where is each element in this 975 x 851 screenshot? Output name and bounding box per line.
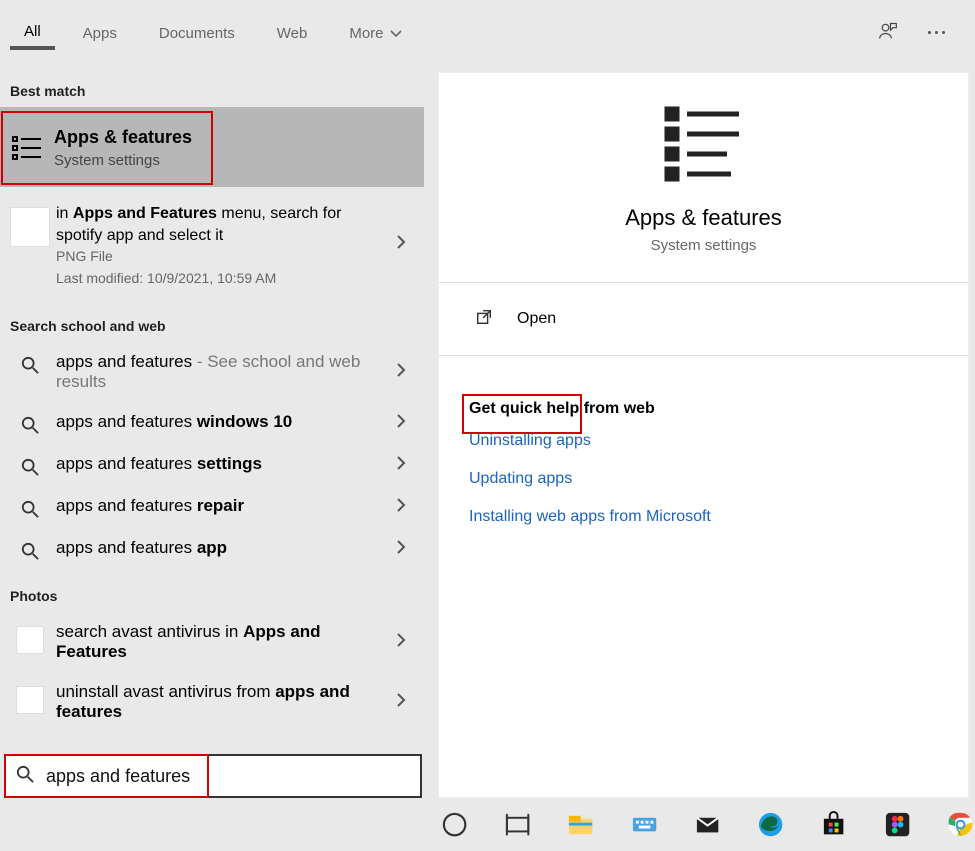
best-match-header: Best match xyxy=(0,65,424,107)
taskbar-store-icon[interactable] xyxy=(819,810,848,840)
results-pane: Best match Apps & features System settin… xyxy=(0,65,424,798)
tab-documents[interactable]: Documents xyxy=(145,17,249,48)
search-input[interactable] xyxy=(44,765,410,788)
help-link[interactable]: Installing web apps from Microsoft xyxy=(469,508,968,526)
taskbar-figma-icon[interactable] xyxy=(883,810,912,840)
chevron-right-icon xyxy=(396,362,406,382)
preview-pane: Apps & features System settings Open Get… xyxy=(438,72,969,798)
photo-result[interactable]: search avast antivirus in Apps and Featu… xyxy=(0,612,424,672)
photos-header: Photos xyxy=(0,570,424,612)
taskbar-edge-icon[interactable] xyxy=(756,810,785,840)
search-icon xyxy=(10,496,50,518)
taskbar xyxy=(0,798,975,851)
chevron-right-icon xyxy=(396,497,406,517)
tab-all[interactable]: All xyxy=(10,15,55,50)
chevron-right-icon xyxy=(396,539,406,559)
web-suggestion[interactable]: apps and features - See school and web r… xyxy=(0,342,424,402)
web-suggestion[interactable]: apps and features app xyxy=(0,528,424,570)
chevron-down-icon xyxy=(390,30,402,38)
web-suggestion[interactable]: apps and features repair xyxy=(0,486,424,528)
tab-more-label: More xyxy=(349,25,383,42)
result-filetype: PNG File xyxy=(56,248,374,264)
image-thumbnail-icon xyxy=(10,203,50,247)
divider xyxy=(439,355,968,356)
chevron-right-icon xyxy=(396,692,406,712)
preview-title: Apps & features xyxy=(625,205,782,231)
search-filter-tabs: All Apps Documents Web More xyxy=(0,0,975,65)
tab-more[interactable]: More xyxy=(335,17,415,48)
quick-help-header: Get quick help from web xyxy=(469,400,968,418)
search-icon xyxy=(10,412,50,434)
options-icon[interactable] xyxy=(928,31,945,34)
taskbar-task-view-icon[interactable] xyxy=(503,810,532,840)
web-suggestion[interactable]: apps and features windows 10 xyxy=(0,402,424,444)
open-external-icon xyxy=(475,308,493,330)
search-icon xyxy=(10,454,50,476)
chevron-right-icon xyxy=(396,455,406,475)
taskbar-chrome-icon[interactable] xyxy=(946,810,975,840)
result-title: Apps & features xyxy=(54,125,416,149)
preview-subtitle: System settings xyxy=(651,237,757,254)
result-modified: Last modified: 10/9/2021, 10:59 AM xyxy=(56,270,374,286)
image-thumbnail-icon xyxy=(10,622,50,654)
chevron-right-icon xyxy=(396,632,406,652)
result-title: in Apps and Features menu, search for sp… xyxy=(56,203,374,246)
help-link[interactable]: Updating apps xyxy=(469,470,968,488)
tab-apps[interactable]: Apps xyxy=(69,17,131,48)
image-thumbnail-icon xyxy=(10,682,50,714)
tab-web[interactable]: Web xyxy=(263,17,322,48)
web-suggestion[interactable]: apps and features settings xyxy=(0,444,424,486)
search-icon xyxy=(16,765,34,787)
feedback-icon[interactable] xyxy=(878,21,898,45)
taskbar-file-explorer-icon[interactable] xyxy=(566,810,595,840)
search-box[interactable] xyxy=(4,754,422,798)
taskbar-mail-icon[interactable] xyxy=(693,810,722,840)
list-settings-icon xyxy=(661,103,747,187)
chevron-right-icon xyxy=(396,413,406,433)
search-icon xyxy=(10,538,50,560)
chevron-right-icon xyxy=(396,234,406,254)
open-button[interactable]: Open xyxy=(469,301,570,337)
list-settings-icon xyxy=(8,128,48,166)
open-label: Open xyxy=(517,310,556,328)
result-apps-and-features[interactable]: Apps & features System settings xyxy=(0,107,424,187)
search-web-header: Search school and web xyxy=(0,300,424,342)
taskbar-cortana-icon[interactable] xyxy=(440,810,469,840)
help-link[interactable]: Uninstalling apps xyxy=(469,432,968,450)
result-png-file[interactable]: in Apps and Features menu, search for sp… xyxy=(0,187,424,300)
divider xyxy=(439,282,968,283)
photo-result[interactable]: uninstall avast antivirus from apps and … xyxy=(0,672,424,732)
search-icon xyxy=(10,352,50,374)
taskbar-touch-keyboard-icon[interactable] xyxy=(630,810,659,840)
result-subtitle: System settings xyxy=(54,152,416,169)
